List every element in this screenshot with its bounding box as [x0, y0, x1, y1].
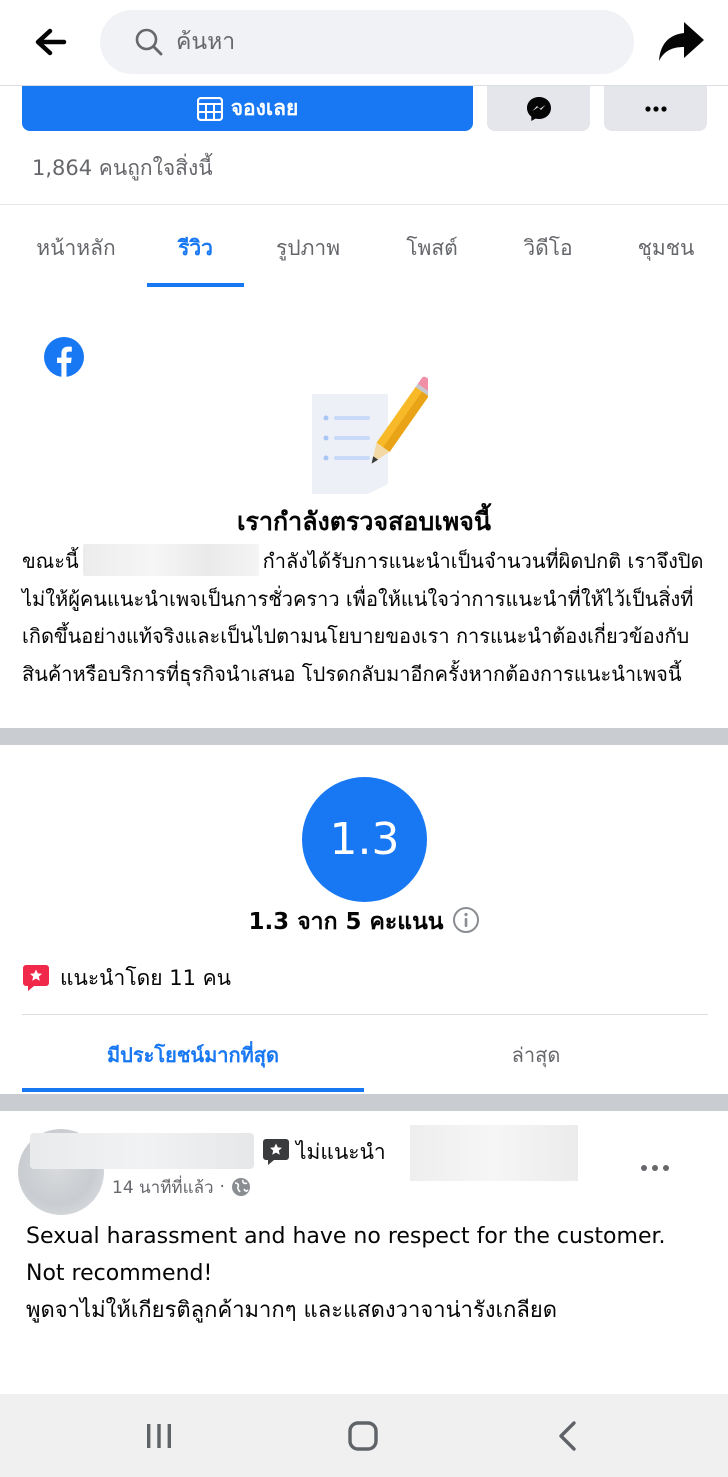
blurred-reviewed-page-name[interactable]: [410, 1125, 578, 1181]
notice-body-prefix: ขณะนี้: [22, 549, 79, 573]
system-navigation-bar: [0, 1394, 728, 1477]
recommended-by-label: แนะนำโดย 11 คน: [60, 965, 232, 990]
review-options-button[interactable]: [632, 1150, 678, 1186]
review-meta: 14 นาทีที่แล้ว ·: [112, 1172, 251, 1202]
home-button[interactable]: [333, 1412, 393, 1460]
active-subtab-indicator: [22, 1088, 364, 1092]
ellipsis-icon: [644, 105, 667, 112]
recommendation-count: แนะนำโดย 11 คน: [22, 961, 231, 995]
review-timestamp[interactable]: 14 นาทีที่แล้ว: [112, 1174, 214, 1201]
tab-home[interactable]: หน้าหลัก: [18, 205, 134, 291]
messenger-button[interactable]: [487, 86, 590, 131]
book-now-button[interactable]: จองเลย: [22, 86, 473, 131]
more-options-button[interactable]: [604, 86, 707, 131]
review-text: Sexual harassment and have no respect fo…: [26, 1224, 666, 1323]
back-button[interactable]: [26, 20, 74, 64]
tab-reviews[interactable]: รีวิว: [147, 205, 244, 291]
recent-apps-button[interactable]: [129, 1412, 189, 1460]
home-square-icon: [348, 1421, 378, 1451]
messenger-icon: [526, 96, 551, 121]
page-likes-count: 1,864 คนถูกใจสิ่งนี้: [32, 156, 213, 180]
top-bar: [0, 0, 728, 86]
blurred-reviewer-name[interactable]: [30, 1133, 254, 1169]
tab-latest[interactable]: ล่าสุด: [364, 1022, 708, 1088]
notice-body: ขณะนี้ กำลังได้รับการแนะนำเป็นจำนวนที่ผิด…: [22, 543, 712, 693]
tab-videos[interactable]: วิดีโอ: [500, 205, 596, 291]
system-back-button[interactable]: [537, 1412, 597, 1460]
page-tabs: หน้าหลัก รีวิว รูปภาพ โพสต์ วิดีโอ ชุมชน: [0, 204, 728, 290]
globe-icon: [231, 1178, 250, 1196]
calendar-grid-icon: [196, 96, 223, 121]
rating-score-circle: 1.3: [302, 777, 427, 902]
rating-summary: 1.3 จาก 5 คะแนน: [0, 904, 728, 940]
section-divider: [0, 728, 728, 745]
rating-summary-text: 1.3 จาก 5 คะแนน: [248, 909, 444, 935]
section-divider: [0, 1094, 728, 1111]
not-recommend-badge-icon: [263, 1139, 289, 1165]
recent-apps-icon: [147, 1424, 171, 1448]
search-bar[interactable]: [100, 10, 634, 74]
tab-photos[interactable]: รูปภาพ: [256, 205, 360, 291]
search-input[interactable]: [176, 10, 596, 74]
facebook-logo-icon: [44, 337, 84, 377]
rating-divider: [22, 1014, 708, 1015]
back-arrow-icon: [35, 28, 67, 56]
tab-posts[interactable]: โพสต์: [380, 205, 484, 291]
review-header: ไม่แนะนำ: [262, 1132, 386, 1172]
share-button[interactable]: [654, 18, 708, 66]
share-arrow-icon: [659, 22, 704, 61]
tab-most-helpful[interactable]: มีประโยชน์มากที่สุด: [22, 1022, 364, 1088]
search-icon: [135, 28, 163, 56]
meta-separator: ·: [219, 1177, 225, 1197]
chevron-left-icon: [559, 1421, 576, 1451]
tab-community[interactable]: ชุมชน: [614, 205, 718, 291]
ellipsis-icon: [641, 1165, 669, 1171]
notice-title: เรากำลังตรวจสอบเพจนี้: [237, 507, 491, 536]
info-icon[interactable]: [452, 906, 480, 934]
book-now-label: จองเลย: [230, 96, 299, 120]
active-tab-indicator: [147, 283, 244, 287]
review-verdict: ไม่แนะนำ: [296, 1139, 386, 1164]
blurred-page-name: [82, 544, 259, 576]
checklist-pencil-illustration-icon: [312, 376, 428, 494]
recommend-badge-icon: [23, 965, 49, 991]
